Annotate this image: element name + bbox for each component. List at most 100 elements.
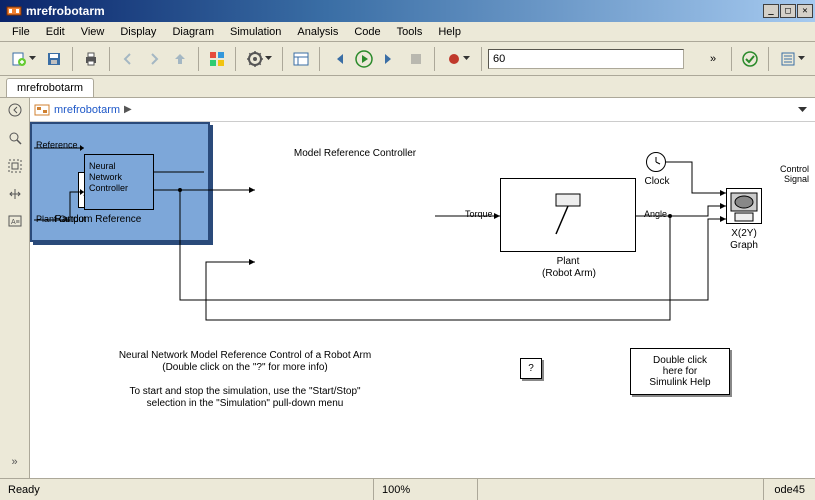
tab-strip: mrefrobotarm: [0, 76, 815, 98]
stop-button[interactable]: [404, 47, 428, 71]
new-model-icon: [11, 51, 27, 67]
annotation-button[interactable]: [5, 184, 25, 204]
dropdown-icon: [29, 55, 36, 62]
run-button[interactable]: [352, 47, 376, 71]
breadcrumb: mrefrobotarm ▶: [30, 98, 815, 122]
clock-icon: [647, 153, 665, 171]
label-controller: Model Reference Controller: [285, 148, 425, 159]
info-line-2: (Double click on the "?" for more info): [100, 362, 390, 373]
step-back-button[interactable]: [326, 47, 350, 71]
port-control-signal-2: Signal: [784, 174, 809, 184]
status-zoom: 100%: [374, 479, 478, 500]
forward-icon: [146, 51, 162, 67]
play-icon: [355, 50, 373, 68]
left-palette: A≡ »: [0, 98, 30, 478]
config-button[interactable]: [242, 47, 276, 71]
menu-diagram[interactable]: Diagram: [164, 24, 222, 40]
annotation-icon: A≡: [8, 215, 22, 229]
back-button[interactable]: [116, 47, 140, 71]
label-plant-1: Plant: [528, 256, 608, 267]
model-icon: [34, 102, 50, 118]
update-diagram-button[interactable]: [738, 47, 762, 71]
up-button[interactable]: [168, 47, 192, 71]
info-line-1: Neural Network Model Reference Control o…: [100, 350, 390, 361]
forward-button[interactable]: [142, 47, 166, 71]
library-icon: [209, 51, 225, 67]
app-icon: [6, 3, 22, 19]
menu-help[interactable]: Help: [430, 24, 469, 40]
chevron-down-icon: [798, 105, 807, 114]
library-browser-button[interactable]: [205, 47, 229, 71]
menu-analysis[interactable]: Analysis: [289, 24, 346, 40]
overflow-button[interactable]: »: [701, 47, 725, 71]
info-line-4: selection in the "Simulation" pull-down …: [100, 398, 390, 409]
dropdown-icon: [463, 55, 470, 62]
menu-bar: File Edit View Display Diagram Simulatio…: [0, 22, 815, 42]
block-plant[interactable]: Torque Angle: [500, 178, 636, 252]
menu-view[interactable]: View: [73, 24, 113, 40]
maximize-button[interactable]: □: [780, 4, 796, 18]
menu-simulation[interactable]: Simulation: [222, 24, 289, 40]
label-graph-2: Graph: [726, 240, 762, 251]
record-button[interactable]: [441, 47, 475, 71]
print-button[interactable]: [79, 47, 103, 71]
check-icon: [742, 51, 758, 67]
breadcrumb-dropdown[interactable]: [798, 101, 807, 119]
port-torque: Torque: [465, 209, 493, 219]
arrows-icon: [8, 187, 22, 201]
status-bar: Ready 100% ode45: [0, 478, 815, 500]
chevron-right-icon: »: [710, 53, 716, 65]
help-line-1: Double click: [639, 355, 721, 366]
build-icon: [780, 51, 796, 67]
model-canvas[interactable]: Random Reference Model Reference Control…: [30, 122, 815, 478]
menu-tools[interactable]: Tools: [389, 24, 431, 40]
annotation-text-button[interactable]: A≡: [5, 212, 25, 232]
label-graph-1: X(2Y): [722, 228, 766, 239]
back-icon: [120, 51, 136, 67]
gear-icon: [247, 51, 263, 67]
help-line-2: here for: [639, 366, 721, 377]
save-button[interactable]: [42, 47, 66, 71]
status-blank: [478, 479, 764, 500]
explorer-icon: [293, 51, 309, 67]
scope-icon: [727, 189, 761, 223]
block-clock[interactable]: [646, 152, 666, 172]
window-title: mrefrobotarm: [26, 4, 763, 18]
print-icon: [83, 51, 99, 67]
new-model-button[interactable]: [6, 47, 40, 71]
help-line-3: Simulink Help: [639, 377, 721, 388]
block-graph[interactable]: [726, 188, 762, 224]
tab-model[interactable]: mrefrobotarm: [6, 78, 94, 97]
zoom-button[interactable]: [5, 128, 25, 148]
step-forward-button[interactable]: [378, 47, 402, 71]
circle-arrow-icon: [8, 103, 22, 117]
menu-code[interactable]: Code: [346, 24, 388, 40]
dropdown-icon: [798, 55, 805, 62]
simulink-help-block[interactable]: Double click here for Simulink Help: [630, 348, 730, 395]
status-solver: ode45: [764, 484, 815, 496]
fit-to-view-button[interactable]: [5, 156, 25, 176]
hide-navigator-button[interactable]: [5, 100, 25, 120]
build-button[interactable]: [775, 47, 809, 71]
breadcrumb-root[interactable]: mrefrobotarm: [54, 104, 120, 116]
menu-display[interactable]: Display: [112, 24, 164, 40]
expand-palette-button[interactable]: »: [5, 452, 25, 472]
simulation-stop-time-input[interactable]: [488, 49, 684, 69]
close-button[interactable]: ✕: [797, 4, 813, 18]
fit-icon: [8, 159, 22, 173]
port-control-signal-1: Control: [780, 164, 809, 174]
save-icon: [46, 51, 62, 67]
toolbar: »: [0, 42, 815, 76]
block-controller[interactable]: Reference Plant Output Control Signal Ne…: [30, 122, 210, 242]
record-icon: [447, 52, 461, 66]
info-question-block[interactable]: ?: [520, 358, 542, 379]
plant-robot-arm-icon: [538, 190, 598, 240]
label-plant-2: (Robot Arm): [519, 268, 619, 279]
menu-edit[interactable]: Edit: [38, 24, 73, 40]
minimize-button[interactable]: _: [763, 4, 779, 18]
menu-file[interactable]: File: [4, 24, 38, 40]
model-explorer-button[interactable]: [289, 47, 313, 71]
dropdown-icon: [265, 55, 272, 62]
step-forward-icon: [382, 51, 398, 67]
port-angle: Angle: [644, 209, 667, 219]
